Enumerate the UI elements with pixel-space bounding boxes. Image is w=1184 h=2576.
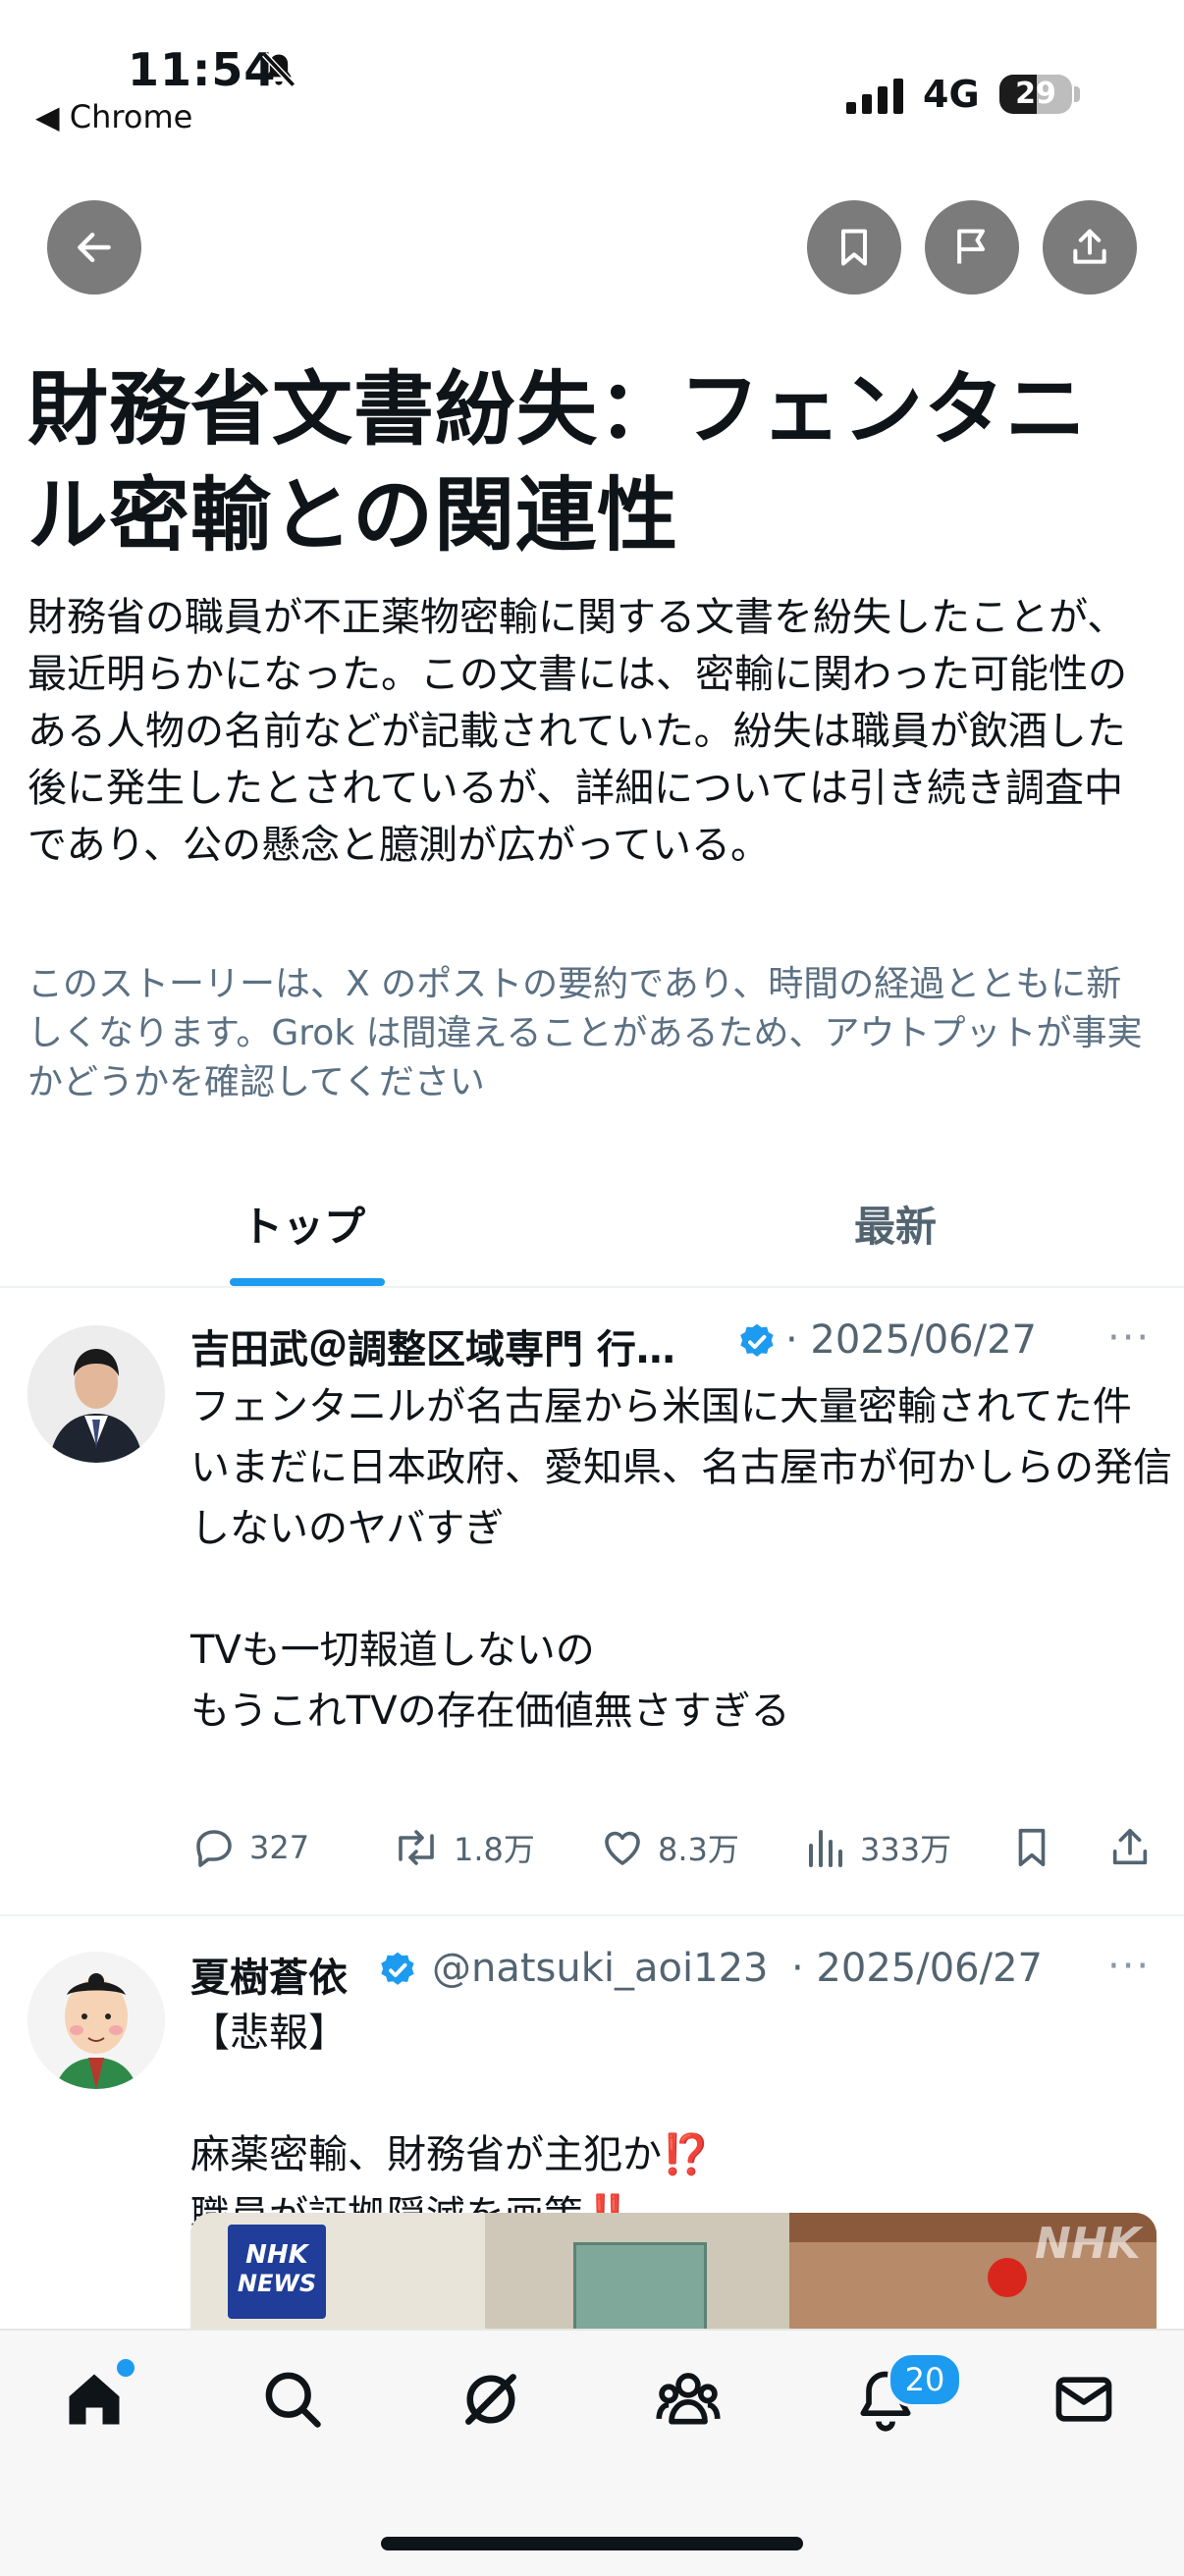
reply-count: 327 [249, 1829, 310, 1866]
bookmark-button[interactable] [807, 200, 901, 295]
view-count: 333万 [860, 1831, 952, 1868]
like-button[interactable]: 8.3万 [599, 1824, 739, 1871]
bell-muted-icon [257, 49, 300, 96]
battery-tip [1074, 86, 1080, 102]
status-time: 11:54 [128, 43, 277, 96]
post-date: · 2025/06/27 [785, 1317, 1037, 1363]
avatar[interactable] [27, 1952, 165, 2089]
post-text-line: 【悲報】 [190, 2011, 348, 2056]
repost-count: 1.8万 [454, 1831, 535, 1868]
flag-icon [957, 229, 986, 264]
heart-icon [605, 1831, 640, 1865]
avatar[interactable] [27, 1325, 165, 1463]
views-button[interactable]: 333万 [805, 1824, 951, 1871]
share-button[interactable] [1043, 200, 1137, 295]
bookmark-icon [840, 229, 868, 266]
share-icon [1112, 1828, 1148, 1865]
back-button[interactable] [47, 200, 141, 295]
messages-icon[interactable] [1050, 2366, 1117, 2437]
tab-top[interactable]: トップ [242, 1194, 365, 1254]
verified-badge-icon [377, 1950, 418, 1995]
post-share-button[interactable] [1107, 1824, 1153, 1871]
post-date: · 2025/06/27 [791, 1946, 1043, 1991]
network-label: 4G [923, 73, 980, 116]
share-icon [1073, 229, 1106, 264]
post-author-name[interactable]: 夏樹蒼依 [190, 1946, 348, 2003]
signal-icon [846, 79, 905, 118]
post-bookmark-button[interactable] [1009, 1824, 1054, 1871]
repost-button[interactable]: 1.8万 [391, 1824, 535, 1871]
nhk-news-logo: NHK NEWS [228, 2225, 326, 2319]
story-title: 財務省文書紛失：フェンタニル密輸との関連性 [27, 363, 1088, 563]
home-indicator [381, 2537, 803, 2550]
post-author-name[interactable]: 吉田武＠調整区域専門 行… [190, 1317, 675, 1374]
notification-count-badge: 20 [888, 2352, 962, 2407]
tab-latest[interactable]: 最新 [854, 1194, 937, 1254]
active-tab-indicator [230, 1278, 385, 1286]
reply-button[interactable]: 327 [190, 1824, 309, 1871]
battery-level: 29 [1015, 77, 1056, 111]
views-chart-icon [809, 1830, 842, 1867]
more-options-icon[interactable]: ··· [1107, 1315, 1151, 1361]
communities-icon[interactable] [654, 2366, 723, 2437]
media-watermark: NHK [1035, 2219, 1141, 2269]
back-icon [78, 232, 111, 263]
post-divider [0, 1914, 1184, 1916]
search-icon[interactable] [259, 2366, 326, 2437]
battery-icon: 29 [999, 75, 1072, 114]
more-options-icon[interactable]: ··· [1107, 1944, 1151, 1989]
tabs-divider [0, 1286, 1184, 1288]
post-handle[interactable]: @natsuki_aoi123 [432, 1946, 768, 1991]
reply-icon [196, 1830, 232, 1867]
verified-badge-icon [736, 1321, 778, 1367]
grok-icon[interactable] [457, 2366, 524, 2437]
post-text: フェンタニルが名古屋から米国に大量密輸されてた件 いまだに日本政府、愛知県、名古… [190, 1384, 1172, 1734]
story-summary: 財務省の職員が不正薬物密輸に関する文書を紛失したことが、最近明らかになった。この… [27, 595, 1127, 868]
home-unread-dot [114, 2356, 137, 2380]
report-button[interactable] [925, 200, 1019, 295]
bookmark-icon [1018, 1828, 1046, 1867]
like-count: 8.3万 [658, 1831, 739, 1868]
repost-icon [399, 1830, 434, 1865]
back-to-app-link[interactable]: ◀ Chrome [35, 98, 192, 135]
story-disclaimer: このストーリーは、X のポストの要約であり、時間の経過とともに新しくなります。G… [27, 964, 1143, 1102]
